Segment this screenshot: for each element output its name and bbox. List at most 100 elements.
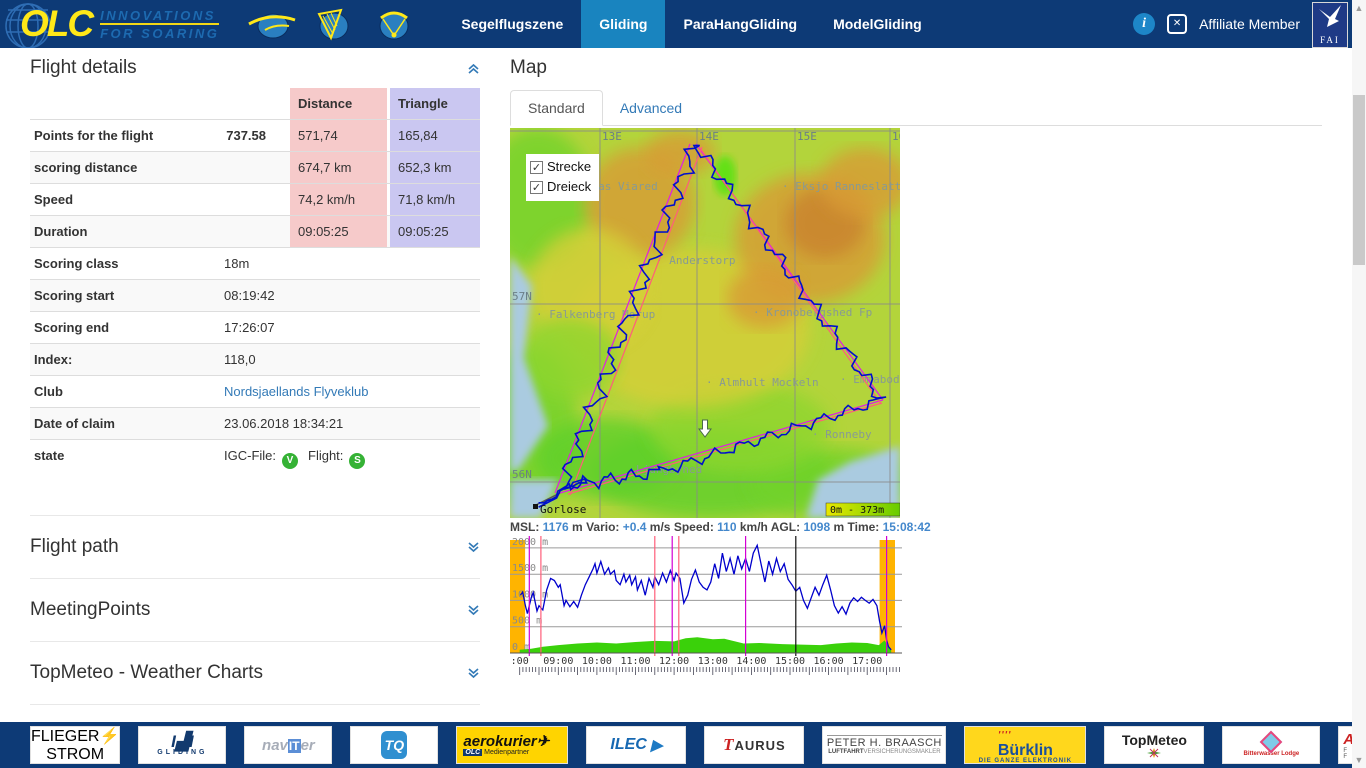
status-item: Time: 15:08:42 [848,520,931,534]
header-right: i ✕ Affiliate Member FAI [1133,0,1352,48]
fai-logo[interactable]: FAI [1312,2,1348,48]
table-row: ClubNordsjaellands Flyveklub [30,375,480,407]
svg-text:11:00: 11:00 [620,656,650,667]
contact-icon[interactable]: ✕ [1167,14,1187,34]
table-row: Duration09:05:2509:05:25 [30,215,480,247]
table-row: Scoring class18m [30,247,480,279]
igc-status-badge: V [282,453,298,469]
svg-text:2000 m: 2000 m [512,537,548,548]
fai-eagle-icon [1315,3,1345,35]
olc-logo[interactable]: OLC INNOVATIONS FOR SOARING [0,0,219,48]
column-header-distance: Distance [290,88,387,119]
sponsor-buerklin[interactable]: ''''BürklinDIE GANZE ELEKTRONIK [964,726,1086,764]
main-nav: SegelflugszeneGlidingParaHangGlidingMode… [443,0,939,48]
sport-icons [245,4,417,44]
sponsor-fliegerstrom[interactable]: FLIEGER⚡STROM [30,726,120,764]
svg-text:Gorlose: Gorlose [540,503,586,516]
svg-text:13E: 13E [602,130,622,143]
nav-item-segelflugszene[interactable]: Segelflugszene [443,0,581,48]
paraglider-icon[interactable] [371,4,417,44]
sponsor-braasch[interactable]: PETER H. BRAASCHLUFTFAHRTVERSICHERUNGSMA… [822,726,946,764]
olc-logo-text: OLC [6,0,92,48]
table-row: Date of claim23.06.2018 18:34:21 [30,407,480,439]
svg-text:14:00: 14:00 [736,656,766,667]
svg-text:57N: 57N [512,290,532,303]
sponsor-taurus[interactable]: TAURUS [704,726,804,764]
elevation-scale-label: 0m - 373m [830,505,884,516]
expand-down-icon[interactable] [467,541,480,554]
table-header-row: DistanceTriangle [30,88,480,119]
svg-text:· Eksjo Ranneslatt: · Eksjo Ranneslatt [782,180,900,193]
scrollbar-thumb[interactable] [1353,95,1365,265]
nav-item-modelgliding[interactable]: ModelGliding [815,0,940,48]
sponsor-bar: FLIEGER⚡STROM I▟IGLIDING navITer TQ aerokuri… [0,722,1352,768]
svg-text:56N: 56N [512,468,532,481]
expand-down-icon[interactable] [467,667,480,680]
column-header-triangle: Triangle [390,88,480,119]
sponsor-imi[interactable]: I▟IGLIDING [138,726,226,764]
table-row: stateIGC-File:VFlight:S [30,439,480,477]
layer-toggle-strecke[interactable]: ✓Strecke [530,157,591,177]
nav-item-gliding[interactable]: Gliding [581,0,665,48]
svg-text:14E: 14E [699,130,719,143]
checkbox-strecke[interactable]: ✓ [530,161,543,174]
barogram-chart[interactable]: 2000 m1500 m1000 m500 m0 m:0009:0010:001… [510,536,908,676]
page-scrollbar[interactable]: ▲ ▼ [1352,0,1366,768]
svg-text:1500 m: 1500 m [512,563,548,574]
sponsor-topmeteo[interactable]: TopMeteo [1104,726,1204,764]
table-row: Index:118,0 [30,343,480,375]
status-item: AGL: 1098 m [771,520,844,534]
flight-details-table: DistanceTrianglePoints for the flight737… [30,88,480,477]
sponsor-naviter[interactable]: navITer [244,726,332,764]
sponsor-ilec[interactable]: ILEC▶ [586,726,686,764]
collapse-up-icon[interactable] [467,62,480,75]
flight-details-panel: Flight details DistanceTrianglePoints fo… [30,57,480,767]
section-flight-path[interactable]: Flight path [30,515,480,578]
svg-text:1000 m: 1000 m [512,589,548,600]
sponsor-aerokurier[interactable]: aerokurier✈OLC Medienpartner [456,726,568,764]
status-item: Vario: +0.4 m/s [586,520,670,534]
info-icon[interactable]: i [1133,13,1155,35]
map-layer-toggles: ✓Strecke✓Dreieck [526,154,599,201]
status-item: MSL: 1176 m [510,520,583,534]
triangle-value: 09:05:25 [390,216,480,247]
nav-item-parahanggliding[interactable]: ParaHangGliding [665,0,815,48]
olc-tagline: INNOVATIONS FOR SOARING [100,8,219,41]
sponsor-partial[interactable]: AFF [1338,726,1352,764]
svg-text:· Almhult Mockeln: · Almhult Mockeln [706,376,819,389]
svg-text:10:00: 10:00 [582,656,612,667]
distance-value: 571,74 [290,120,387,151]
triangle-value: 165,84 [390,120,480,151]
map-panel: Map Standard Advanced 13E 14E 15E 16 57N 56N ·… [510,57,1322,681]
svg-text:12:00: 12:00 [659,656,689,667]
map-view[interactable]: 13E14E15E1657N56N· Boras Viared· Eksjo R… [510,128,900,518]
tab-advanced[interactable]: Advanced [603,91,699,125]
distance-value: 09:05:25 [290,216,387,247]
expand-down-icon[interactable] [467,604,480,617]
sponsor-tq[interactable]: TQ [350,726,438,764]
distance-value: 74,2 km/h [290,184,387,215]
svg-text:· Anderstorp: · Anderstorp [656,254,735,267]
table-row: Scoring end17:26:07 [30,311,480,343]
glider-icon[interactable] [245,4,297,44]
flight-details-title: Flight details [30,57,137,79]
tab-standard[interactable]: Standard [510,90,603,126]
bitterwasser-diamond-icon [1260,730,1283,753]
checkbox-dreieck[interactable]: ✓ [530,181,543,194]
section-topmeteo-weather-charts[interactable]: TopMeteo - Weather Charts [30,641,480,704]
svg-text:15E: 15E [797,130,817,143]
club-link[interactable]: Nordsjaellands Flyveklub [224,384,369,399]
sponsor-bitterwasser[interactable]: Bitterwasser Lodge [1222,726,1320,764]
svg-text:13:00: 13:00 [698,656,728,667]
scroll-up-icon[interactable]: ▲ [1352,0,1366,16]
hangglider-icon[interactable] [311,4,357,44]
scroll-down-icon[interactable]: ▼ [1352,752,1366,768]
section-meetingpoints[interactable]: MeetingPoints [30,578,480,641]
map-title: Map [510,57,547,79]
layer-toggle-dreieck[interactable]: ✓Dreieck [530,177,591,197]
table-row: Speed74,2 km/h71,8 km/h [30,183,480,215]
svg-text:16: 16 [892,130,900,143]
table-row: Points for the flight737.58571,74165,84 [30,119,480,151]
status-item: Speed: 110 km/h [674,520,768,534]
table-row: Scoring start08:19:42 [30,279,480,311]
